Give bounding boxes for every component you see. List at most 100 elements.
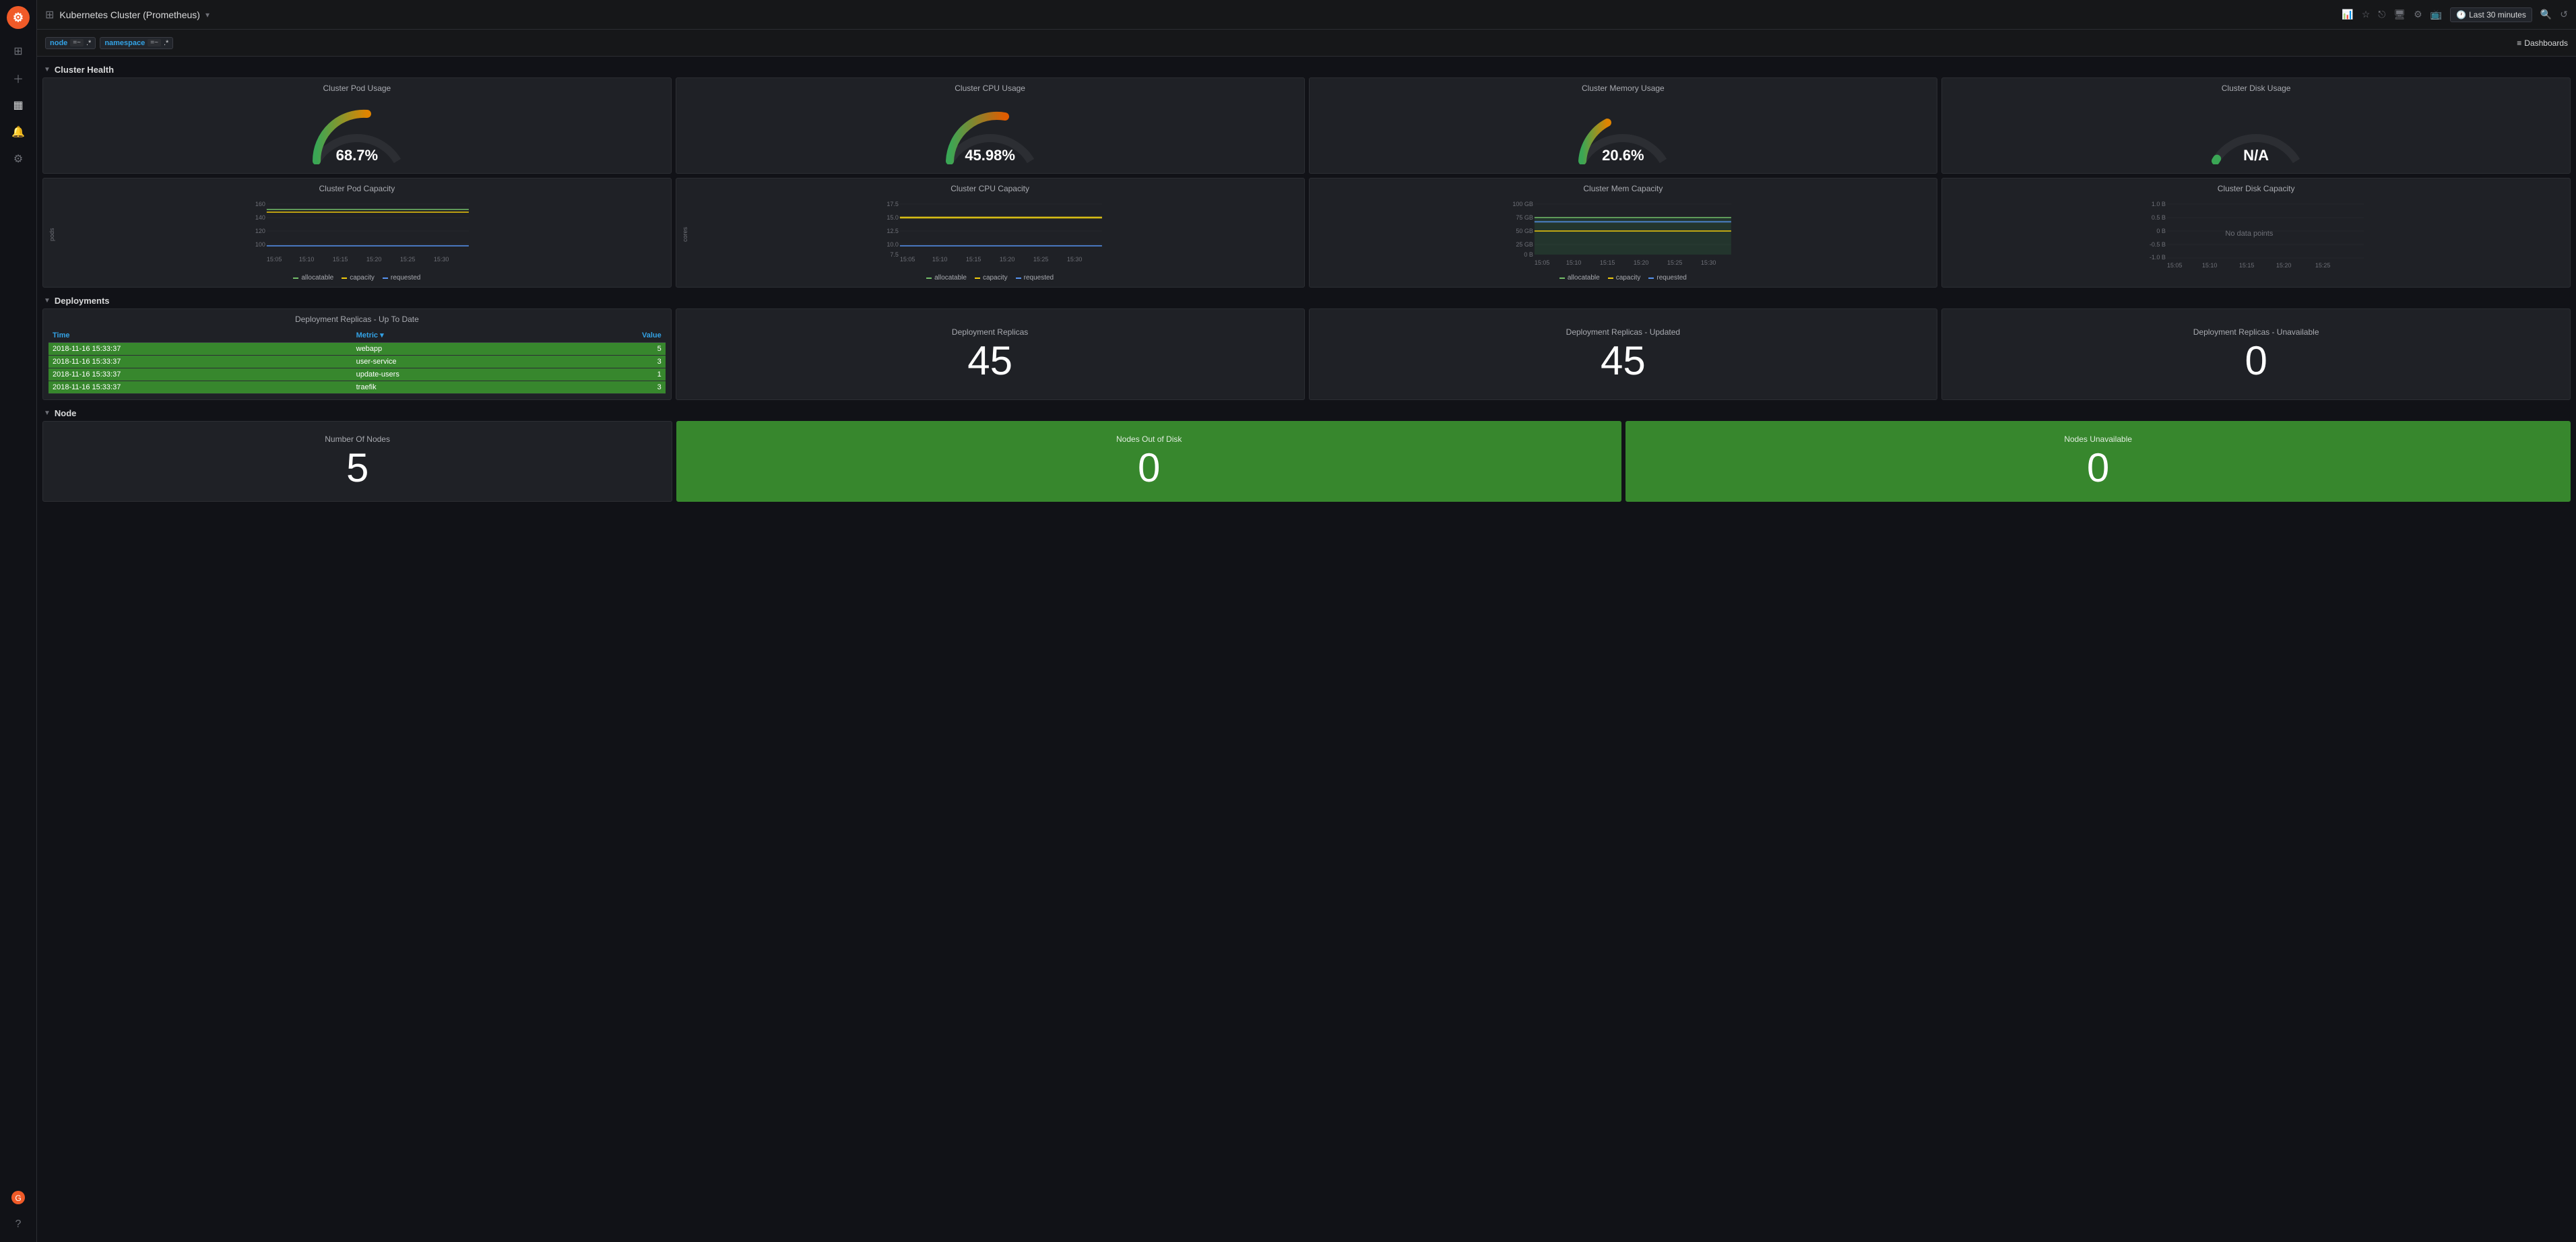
- svg-text:10.0: 10.0: [887, 241, 899, 248]
- nodes-out-of-disk-value: 0: [1138, 448, 1160, 488]
- svg-text:120: 120: [255, 228, 265, 234]
- mem-legend-dot-requested: [1648, 277, 1654, 279]
- cpu-legend-dot-allocatable: [926, 277, 932, 279]
- svg-text:15:10: 15:10: [299, 256, 315, 263]
- svg-text:15:15: 15:15: [2239, 262, 2255, 269]
- refresh-icon[interactable]: ↺: [2560, 9, 2568, 20]
- cpu-chart-wrapper: cores 17.5 15.0 12.5 10.0 7.5: [682, 197, 1299, 271]
- bar-chart-icon[interactable]: 📊: [2342, 9, 2353, 20]
- clock-icon: 🕐: [2456, 10, 2466, 20]
- share-icon[interactable]: ⎋: [2378, 9, 2385, 20]
- svg-text:140: 140: [255, 214, 265, 221]
- monitor-icon[interactable]: 📺: [2430, 9, 2442, 20]
- sidebar-icon-add[interactable]: ＋: [5, 66, 32, 90]
- panel-deployment-replicas-updated-title: Deployment Replicas - Updated: [1566, 327, 1680, 337]
- gauge-cpu-container: 45.98%: [682, 97, 1299, 168]
- star-icon[interactable]: ☆: [2362, 9, 2371, 20]
- dashboards-button[interactable]: ≡ Dashboards: [2517, 38, 2568, 48]
- dropdown-arrow[interactable]: ▾: [205, 10, 210, 20]
- cpu-capacity-chart: 17.5 15.0 12.5 10.0 7.5 1: [690, 197, 1299, 271]
- svg-text:15:05: 15:05: [1534, 259, 1549, 266]
- tv-icon[interactable]: 🖥: [2393, 9, 2406, 20]
- settings-icon[interactable]: ⚙: [2414, 9, 2422, 20]
- svg-text:17.5: 17.5: [887, 201, 899, 207]
- section-cluster-health-label: Cluster Health: [55, 65, 114, 75]
- row-metric: webapp: [352, 343, 556, 356]
- sidebar-icon-fire[interactable]: G: [5, 1185, 32, 1210]
- cpu-legend-requested: requested: [1016, 274, 1054, 282]
- gauge-mem-container: 20.6%: [1315, 97, 1932, 168]
- mem-chart-wrapper: 100 GB 75 GB 50 GB 25 GB 0 B: [1315, 197, 1932, 271]
- deployment-replicas-table: Time Metric ▾ Value 2018-11-16 15:33:37 …: [49, 328, 666, 394]
- cpu-legend-label-allocatable: allocatable: [934, 274, 967, 282]
- sidebar-icon-bell[interactable]: 🔔: [5, 120, 32, 144]
- svg-text:15:15: 15:15: [966, 256, 981, 263]
- gauge-pod-value: 68.7%: [336, 147, 378, 164]
- gauge-cpu-wrap: 45.98%: [940, 104, 1041, 164]
- col-metric[interactable]: Metric ▾: [352, 328, 556, 343]
- sidebar-icon-grid[interactable]: ⊞: [5, 39, 32, 63]
- panel-deployment-table-title: Deployment Replicas - Up To Date: [49, 315, 666, 324]
- cpu-legend-allocatable: allocatable: [926, 274, 967, 282]
- svg-text:25 GB: 25 GB: [1516, 241, 1533, 248]
- gauge-row: Cluster Pod Usage: [42, 77, 2571, 174]
- section-deployments-label: Deployments: [55, 296, 110, 306]
- table-row: 2018-11-16 15:33:37 user-service 3: [49, 356, 666, 368]
- panel-mem-capacity-title: Cluster Mem Capacity: [1315, 184, 1932, 193]
- panel-cpu-usage: Cluster CPU Usage: [676, 77, 1305, 174]
- row-value: 3: [556, 381, 666, 394]
- svg-text:100 GB: 100 GB: [1512, 201, 1533, 207]
- panel-deployment-replicas-unavailable: Deployment Replicas - Unavailable 0: [1941, 308, 2571, 400]
- panel-pod-capacity-title: Cluster Pod Capacity: [49, 184, 666, 193]
- search-icon[interactable]: 🔍: [2540, 9, 2552, 20]
- svg-text:0.5 B: 0.5 B: [2152, 214, 2166, 221]
- filter-namespace[interactable]: namespace =~ .*: [100, 37, 173, 49]
- content-area: ▼ Cluster Health Cluster Pod Usage: [37, 57, 2576, 1242]
- legend-allocatable: allocatable: [293, 274, 333, 282]
- svg-text:15:20: 15:20: [1633, 259, 1648, 266]
- mem-legend-label-capacity: capacity: [1616, 274, 1641, 282]
- time-range-picker[interactable]: 🕐 Last 30 minutes: [2450, 7, 2532, 22]
- deployments-row: Deployment Replicas - Up To Date Time Me…: [42, 308, 2571, 400]
- cpu-legend-capacity: capacity: [975, 274, 1008, 282]
- nodes-unavailable-value: 0: [2087, 448, 2109, 488]
- section-deployments-header[interactable]: ▼ Deployments: [42, 293, 2571, 308]
- panel-nodes-out-of-disk: Nodes Out of Disk 0: [676, 421, 1621, 502]
- section-cluster-health-header[interactable]: ▼ Cluster Health: [42, 62, 2571, 77]
- svg-text:15:10: 15:10: [1566, 259, 1581, 266]
- sidebar-icon-dashboard[interactable]: ▦: [5, 93, 32, 117]
- deployment-replicas-unavailable-value: 0: [2245, 341, 2267, 381]
- node-row: Number Of Nodes 5 Nodes Out of Disk 0 No…: [42, 421, 2571, 502]
- svg-text:160: 160: [255, 201, 265, 207]
- row-time: 2018-11-16 15:33:37: [49, 381, 352, 394]
- svg-text:G: G: [15, 1194, 21, 1203]
- section-node: ▼ Node Number Of Nodes 5 Nodes Out of Di…: [42, 405, 2571, 502]
- svg-text:15:05: 15:05: [900, 256, 915, 263]
- app-logo[interactable]: ⚙: [6, 5, 30, 30]
- svg-text:15:25: 15:25: [400, 256, 416, 263]
- sidebar: ⚙ ⊞ ＋ ▦ 🔔 ⚙ G ?: [0, 0, 37, 1242]
- svg-text:15:30: 15:30: [434, 256, 449, 263]
- svg-text:15:10: 15:10: [932, 256, 948, 263]
- node-chevron-icon: ▼: [44, 410, 51, 417]
- col-value[interactable]: Value: [556, 328, 666, 343]
- row-time: 2018-11-16 15:33:37: [49, 368, 352, 381]
- sidebar-icon-gear[interactable]: ⚙: [5, 147, 32, 171]
- sidebar-icon-question[interactable]: ?: [5, 1212, 32, 1237]
- deployment-replicas-value: 45: [967, 341, 1012, 381]
- page-title: Kubernetes Cluster (Prometheus): [59, 9, 200, 20]
- table-row: 2018-11-16 15:33:37 traefik 3: [49, 381, 666, 394]
- section-deployments: ▼ Deployments Deployment Replicas - Up T…: [42, 293, 2571, 400]
- grid-icon: ⊞: [45, 8, 54, 22]
- svg-text:15:25: 15:25: [2315, 262, 2331, 269]
- row-time: 2018-11-16 15:33:37: [49, 343, 352, 356]
- section-node-label: Node: [55, 408, 77, 418]
- disk-capacity-chart: 1.0 B 0.5 B 0 B -0.5 B -1.0 B No data po…: [1947, 197, 2565, 271]
- section-node-header[interactable]: ▼ Node: [42, 405, 2571, 421]
- legend-dot-capacity: [342, 277, 347, 279]
- legend-label-capacity: capacity: [350, 274, 375, 282]
- svg-text:-1.0 B: -1.0 B: [2150, 254, 2166, 261]
- col-time[interactable]: Time: [49, 328, 352, 343]
- panel-mem-capacity: Cluster Mem Capacity 100 GB 75 GB 50 GB …: [1309, 178, 1938, 288]
- filter-node[interactable]: node =~ .*: [45, 37, 96, 49]
